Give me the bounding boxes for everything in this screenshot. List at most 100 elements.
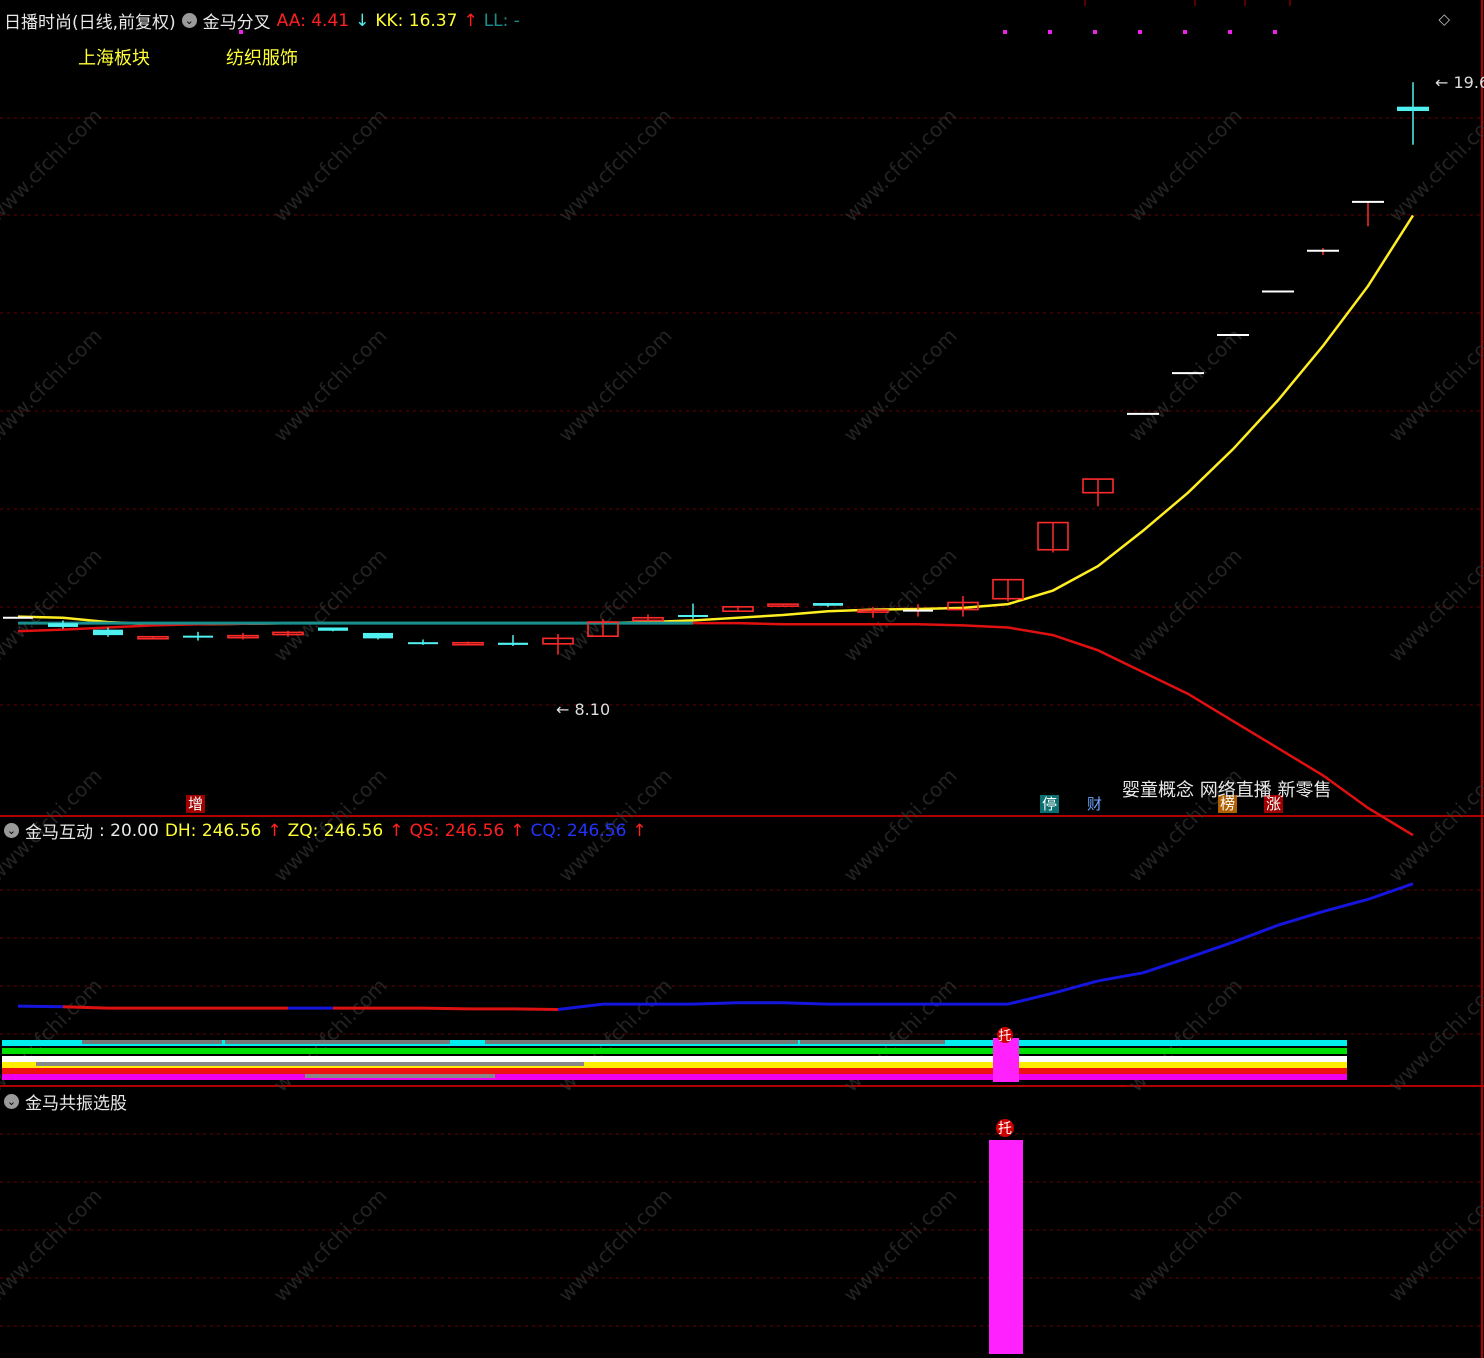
candle xyxy=(363,632,393,640)
watermark: www.cfchi.com xyxy=(269,324,392,447)
chart-canvas[interactable]: www.cfchi.com www.cfchi.com www.cfchi.com w… xyxy=(0,0,1484,1358)
dh-line-segment xyxy=(1007,991,1054,1006)
watermark: www.cfchi.com xyxy=(1384,544,1484,667)
band-gap xyxy=(673,1040,798,1044)
watermark: www.cfchi.com xyxy=(0,104,107,227)
watermark: www.cfchi.com xyxy=(0,1184,107,1307)
watermark: www.cfchi.com xyxy=(269,544,392,667)
band-gap xyxy=(350,1040,450,1044)
signal-marker-text: 托 xyxy=(998,1029,1011,1044)
event-tag-cai[interactable]: 财 xyxy=(1085,795,1104,813)
chart-stage: www.cfchi.com www.cfchi.com www.cfchi.com w… xyxy=(0,0,1484,1358)
signal-dot xyxy=(1003,30,1007,34)
watermark: www.cfchi.com xyxy=(0,324,107,447)
aa-arrow-icon: ↓ xyxy=(355,10,370,31)
watermark: www.cfchi.com xyxy=(1124,104,1247,227)
candle xyxy=(408,639,438,645)
watermark: www.cfchi.com xyxy=(1384,104,1484,227)
watermark: www.cfchi.com xyxy=(554,324,677,447)
cq-arrow-icon: ↑ xyxy=(632,820,647,841)
min-price-label: ← 8.10 xyxy=(556,700,610,719)
dh-line-segment xyxy=(782,1001,829,1006)
band-gap xyxy=(485,1040,540,1044)
signal-dot xyxy=(1093,30,1097,34)
candle xyxy=(1037,521,1069,553)
candle xyxy=(767,603,799,607)
sector-label-2: 纺织服饰 xyxy=(226,48,298,69)
watermark: www.cfchi.com xyxy=(1124,324,1247,447)
candle xyxy=(813,603,843,607)
ll-value: LL: - xyxy=(483,10,520,31)
watermark: www.cfchi.com xyxy=(269,1184,392,1307)
candle xyxy=(632,614,664,622)
dh-line-segment xyxy=(1232,923,1279,944)
band-gap xyxy=(800,1040,945,1044)
candle xyxy=(227,632,259,640)
watermark: www.cfchi.com xyxy=(839,764,962,887)
dh-line-segment xyxy=(1367,882,1414,901)
watermark: www.cfchi.com xyxy=(554,104,677,227)
concept-labels: 婴童概念 网络直播 新零售 xyxy=(1122,780,1332,801)
interact-panel-header: ⌄ 金马互动 : 20.00 DH: 246.56 ↑ ZQ: 246.56 ↑ Q… xyxy=(4,818,647,843)
candle xyxy=(183,631,213,641)
watermark: www.cfchi.com xyxy=(1124,1184,1247,1307)
dh-arrow-icon: ↑ xyxy=(267,820,282,841)
dh-line-segment xyxy=(62,1005,109,1010)
diamond-icon[interactable]: ◇ xyxy=(1438,10,1450,28)
dh-line-segment xyxy=(692,1001,739,1006)
event-tag-ting[interactable]: 停 xyxy=(1040,795,1060,813)
candle xyxy=(498,635,528,646)
candle-body xyxy=(498,642,528,645)
cq-value: CQ: 246.56 xyxy=(530,820,627,841)
watermark: www.cfchi.com xyxy=(554,1184,677,1307)
candle xyxy=(137,635,169,640)
watermark: www.cfchi.com xyxy=(839,324,962,447)
signal-band xyxy=(2,1056,1347,1062)
candle xyxy=(1397,82,1429,145)
candle xyxy=(722,605,754,612)
kk-value: KK: 16.37 xyxy=(375,10,458,31)
dh-line-segment xyxy=(1052,979,1099,995)
dh-line-segment xyxy=(422,1006,469,1011)
watermark: www.cfchi.com xyxy=(0,544,107,667)
watermark: www.cfchi.com xyxy=(1384,974,1484,1097)
watermark: www.cfchi.com xyxy=(1384,1184,1484,1307)
resonance-panel-header: ⌄ 金马共振选股 xyxy=(4,1089,127,1114)
indicator-name: 金马分叉 xyxy=(202,13,271,33)
indicator-value: : 20.00 xyxy=(99,820,159,841)
dh-line-segment xyxy=(1277,910,1324,927)
band-gap xyxy=(305,1074,495,1078)
band-gap xyxy=(540,1040,680,1044)
candle-body xyxy=(408,642,438,645)
candle-body xyxy=(318,627,348,631)
signal-dot xyxy=(1273,30,1277,34)
candle xyxy=(1352,200,1384,227)
dh-line-segment xyxy=(512,1007,559,1012)
signal-band xyxy=(2,1068,1347,1074)
band-gap xyxy=(36,1062,584,1066)
stock-title: 日播时尚(日线,前复权) xyxy=(4,13,176,33)
zq-arrow-icon: ↑ xyxy=(389,820,404,841)
candle xyxy=(678,603,708,619)
candle xyxy=(1082,478,1114,507)
watermark: www.cfchi.com xyxy=(1124,544,1247,667)
signal-band xyxy=(2,1074,1347,1080)
dh-line-segment xyxy=(1187,940,1234,960)
indicator-menu-icon[interactable]: ⌄ xyxy=(4,823,19,838)
signal-dot xyxy=(1048,30,1052,34)
watermark: www.cfchi.com xyxy=(1384,324,1484,447)
indicator-menu-icon[interactable]: ⌄ xyxy=(181,13,197,28)
watermark: www.cfchi.com xyxy=(269,104,392,227)
candle-body xyxy=(813,603,843,606)
band-gap xyxy=(225,1040,350,1044)
zq-value: ZQ: 246.56 xyxy=(287,820,384,841)
candle xyxy=(992,578,1024,602)
signal-dot xyxy=(1183,30,1187,34)
aa-value: AA: 4.41 xyxy=(276,10,350,31)
kk-arrow-icon: ↑ xyxy=(463,10,478,31)
candle-body xyxy=(1397,106,1429,112)
candle xyxy=(452,641,484,646)
indicator-menu-icon[interactable]: ⌄ xyxy=(4,1094,19,1109)
watermark: www.cfchi.com xyxy=(839,544,962,667)
event-tag-zeng[interactable]: 增 xyxy=(186,795,206,813)
